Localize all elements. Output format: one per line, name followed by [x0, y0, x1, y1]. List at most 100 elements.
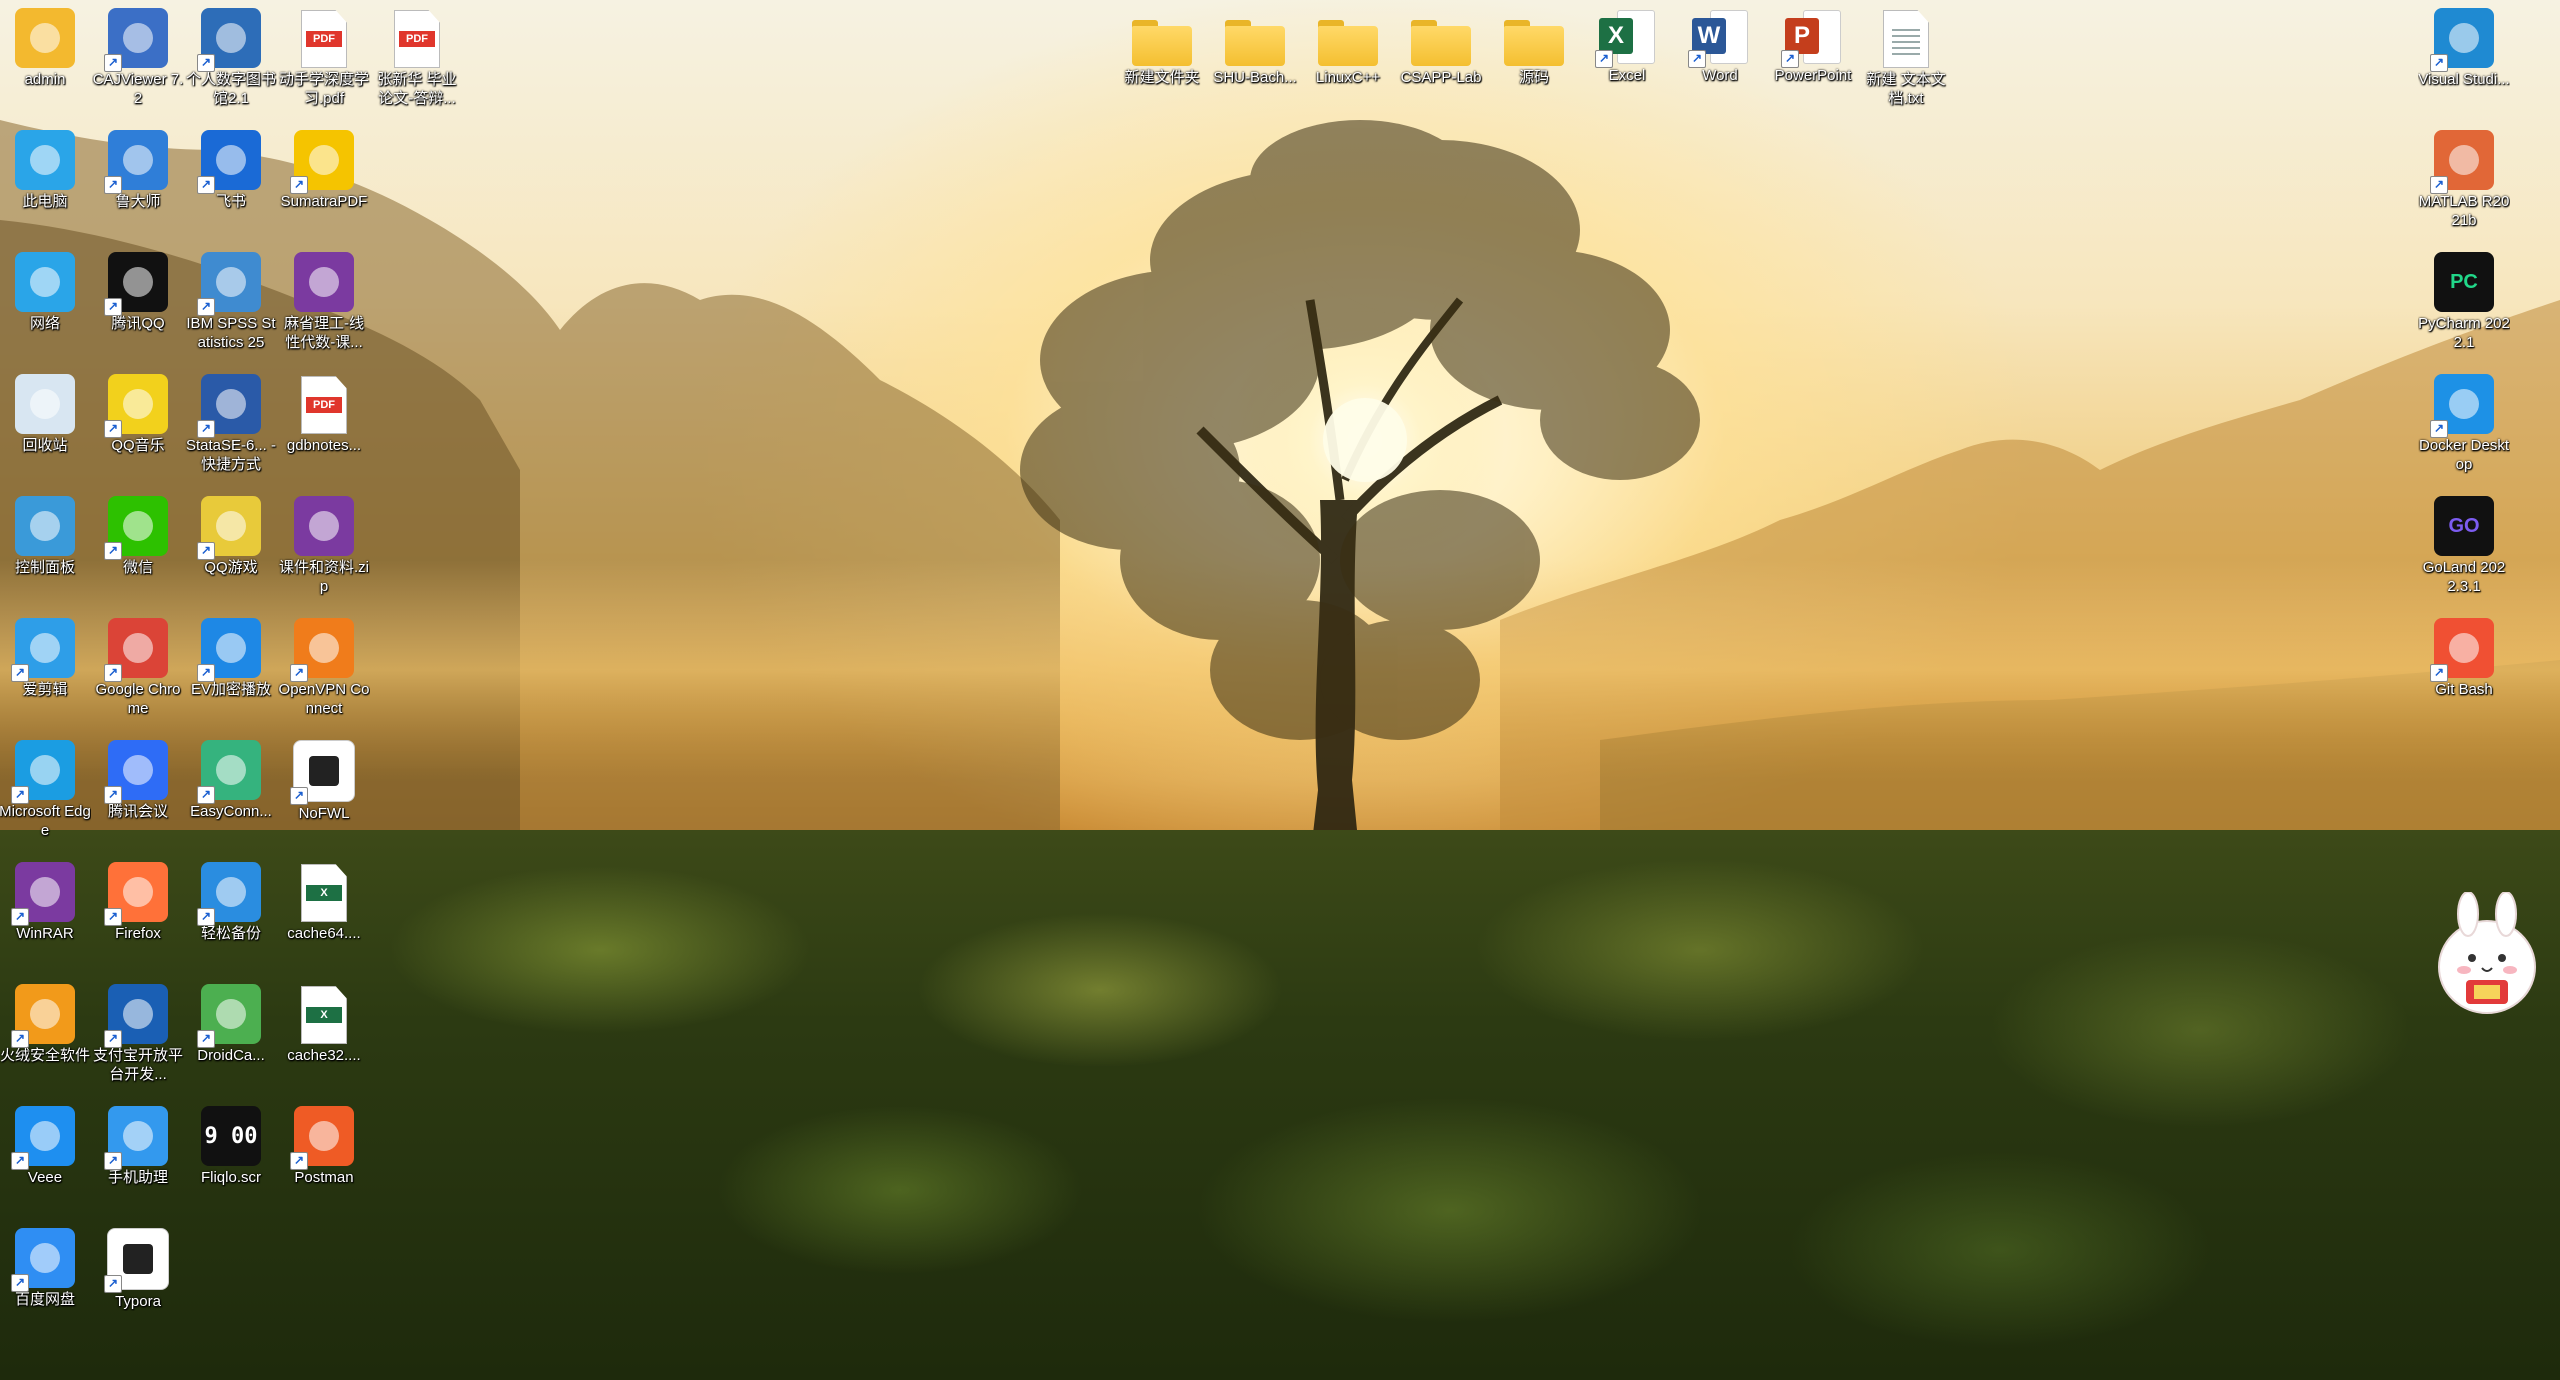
desktop-icon-pdf-file-1[interactable]: PDF 动手学深度学习.pdf [278, 8, 370, 108]
firefox-icon: ↗ [104, 862, 168, 926]
desktop-icon-wechat[interactable]: ↗ 微信 [92, 496, 184, 577]
desktop-icon-easy-backup[interactable]: ↗ 轻松备份 [185, 862, 277, 943]
excel-file-icon: X [301, 864, 347, 922]
winrar-archive-icon [294, 252, 354, 312]
desktop-icon-linear-algebra-rar[interactable]: 麻省理工-线性代数-课... [278, 252, 370, 352]
shortcut-arrow-icon: ↗ [104, 1275, 122, 1293]
shortcut-arrow-icon: ↗ [197, 908, 215, 926]
desktop-icon-huorong[interactable]: ↗ 火绒安全软件 [0, 984, 91, 1065]
desktop-icon-qq-music[interactable]: ↗ QQ音乐 [92, 374, 184, 455]
desktop-icon-label: NoFWL [298, 805, 350, 822]
desktop-icon-stata[interactable]: ↗ StataSE-6... - 快捷方式 [185, 374, 277, 474]
desktop-icon-veee[interactable]: ↗ Veee [0, 1106, 91, 1187]
desktop-icon-fliqlo[interactable]: 9 00 Fliqlo.scr [185, 1106, 277, 1187]
desktop-icon-pdf-file-2[interactable]: PDF 张新华 毕业论文-答辩... [371, 8, 463, 108]
desktop-icon-excel[interactable]: X ↗ Excel [1581, 8, 1673, 85]
pdf-file-icon: PDF [301, 376, 347, 434]
qq-penguin-icon: ↗ [104, 252, 168, 316]
text-file-icon [1883, 10, 1929, 68]
desktop-icon-label: 火绒安全软件 [0, 1047, 90, 1064]
pycharm-icon: PC [2434, 252, 2494, 312]
desktop-icon-recycle-bin[interactable]: 回收站 [0, 374, 91, 455]
desktop-icon-ev-player[interactable]: ↗ EV加密播放 [185, 618, 277, 699]
desktop-icon-matlab[interactable]: ↗ MATLAB R2021b [2418, 130, 2510, 230]
desktop-icon-label: 支付宝开放平台开发... [92, 1047, 183, 1083]
desktop-icon-powerpoint[interactable]: P ↗ PowerPoint [1767, 8, 1859, 85]
desktop-icon-nofwl[interactable]: ↗ NoFWL [278, 740, 370, 823]
desktop-icon-firefox[interactable]: ↗ Firefox [92, 862, 184, 943]
chrome-icon: ↗ [104, 618, 168, 682]
desktop-icon-source-code-folder[interactable]: 源码 [1488, 8, 1580, 87]
desktop-icon-google-chrome[interactable]: ↗ Google Chrome [92, 618, 184, 718]
desktop-icon-label: Git Bash [2435, 681, 2493, 698]
desktop-icon-personal-digital-book[interactable]: ↗ 个人数字图书馆2.1 [185, 8, 277, 108]
desktop-icon-new-text-file[interactable]: 新建 文本文档.txt [1860, 8, 1952, 108]
vscode-icon: ↗ [2430, 8, 2494, 72]
desktop-icon-feishu[interactable]: ↗ 飞书 [185, 130, 277, 211]
desktop-icon-tencent-qq[interactable]: ↗ 腾讯QQ [92, 252, 184, 333]
desktop-icon-pycharm[interactable]: PC PyCharm 2022.1 [2418, 252, 2510, 352]
desktop-icon-label: PowerPoint [1774, 67, 1852, 84]
desktop-icon-ibm-spss[interactable]: ↗ IBM SPSS Statistics 25 [185, 252, 277, 352]
desktop-icon-shu-bach-folder[interactable]: SHU-Bach... [1209, 8, 1301, 87]
mascot-widget[interactable] [2432, 891, 2542, 1022]
baidu-netdisk-icon: ↗ [11, 1228, 75, 1292]
shortcut-arrow-icon: ↗ [104, 542, 122, 560]
desktop-icon-label: EasyConn... [190, 803, 272, 820]
shortcut-arrow-icon: ↗ [197, 664, 215, 682]
desktop-icon-label: 轻松备份 [200, 925, 261, 942]
desktop-icon-microsoft-edge[interactable]: ↗ Microsoft Edge [0, 740, 91, 840]
desktop-icon-linuxc-folder[interactable]: LinuxC++ [1302, 8, 1394, 87]
desktop-icon-ludashi[interactable]: ↗ 鲁大师 [92, 130, 184, 211]
desktop-icon-postman[interactable]: ↗ Postman [278, 1106, 370, 1187]
desktop-icon-qq-games[interactable]: ↗ QQ游戏 [185, 496, 277, 577]
desktop-icon-label: 手机助理 [107, 1169, 168, 1186]
desktop-icon-openvpn[interactable]: ↗ OpenVPN Connect [278, 618, 370, 718]
desktop-icon-label: CSAPP-Lab [1400, 69, 1482, 86]
shortcut-arrow-icon: ↗ [104, 54, 122, 72]
desktop-icon-winrar[interactable]: ↗ WinRAR [0, 862, 91, 943]
feishu-icon: ↗ [197, 130, 261, 194]
desktop-wallpaper [0, 0, 2560, 1380]
desktop-icon-label: Google Chrome [95, 681, 181, 717]
desktop-icon-label: Word [1702, 67, 1738, 84]
desktop-icon-new-folder[interactable]: 新建文件夹 [1116, 8, 1208, 87]
desktop-icon-git-bash[interactable]: ↗ Git Bash [2418, 618, 2510, 699]
globe-icon: ↗ [197, 8, 261, 72]
desktop-icon-sumatrapdf[interactable]: ↗ SumatraPDF [278, 130, 370, 211]
desktop-icon-cache32-xlsx[interactable]: Xcache32.... [278, 984, 370, 1065]
desktop-icon-label: WinRAR [16, 925, 74, 942]
desktop-icon-droidcam[interactable]: ↗ DroidCa... [185, 984, 277, 1065]
alipay-shield-icon: ↗ [104, 984, 168, 1048]
desktop-icon-label: IBM SPSS Statistics 25 [186, 315, 276, 351]
desktop-icon-aijianji[interactable]: ↗ 爱剪辑 [0, 618, 91, 699]
desktop-icon-label: 源码 [1518, 69, 1549, 86]
desktop-icon-csapp-lab-folder[interactable]: CSAPP-Lab [1395, 8, 1487, 87]
desktop-icon-tencent-meeting[interactable]: ↗ 腾讯会议 [92, 740, 184, 821]
desktop-icon-alipay-open[interactable]: ↗ 支付宝开放平台开发... [92, 984, 184, 1084]
desktop-icon-control-panel[interactable]: 控制面板 [0, 496, 91, 577]
openvpn-icon: ↗ [290, 618, 354, 682]
stata-icon: ↗ [197, 374, 261, 438]
sumatrapdf-icon: ↗ [290, 130, 354, 194]
desktop-icon-admin[interactable]: admin [0, 8, 91, 89]
desktop-icon-cajviewer[interactable]: ↗ CAJViewer 7.2 [92, 8, 184, 108]
folder-icon [1225, 20, 1285, 66]
desktop-icon-cache64-xlsx[interactable]: Xcache64.... [278, 862, 370, 943]
desktop-icon-goland[interactable]: GO GoLand 2022.3.1 [2418, 496, 2510, 596]
desktop-icon-vscode[interactable]: ↗ Visual Studi... [2418, 8, 2510, 89]
desktop-icon-typora[interactable]: ↗ Typora [92, 1228, 184, 1311]
desktop-icon-docker-desktop[interactable]: ↗ Docker Desktop [2418, 374, 2510, 474]
desktop-icon-baidu-netdisk[interactable]: ↗ 百度网盘 [0, 1228, 91, 1309]
desktop-icon-courseware-zip[interactable]: 课件和资料.zip [278, 496, 370, 596]
monitor-icon [15, 130, 75, 190]
desktop-icon-easyconnect[interactable]: ↗ EasyConn... [185, 740, 277, 821]
desktop-icon-phone-assistant[interactable]: ↗ 手机助理 [92, 1106, 184, 1187]
desktop-icon-label: 新建文件夹 [1124, 69, 1200, 86]
desktop-icon-network[interactable]: 网络 [0, 252, 91, 333]
desktop-icon-this-pc[interactable]: 此电脑 [0, 130, 91, 211]
desktop-icon-label: 动手学深度学习.pdf [278, 71, 369, 107]
desktop-icon-label: GoLand 2022.3.1 [2422, 559, 2506, 595]
desktop-icon-word[interactable]: W ↗ Word [1674, 8, 1766, 85]
desktop-icon-gdbnotes-pdf[interactable]: PDF gdbnotes... [278, 374, 370, 455]
